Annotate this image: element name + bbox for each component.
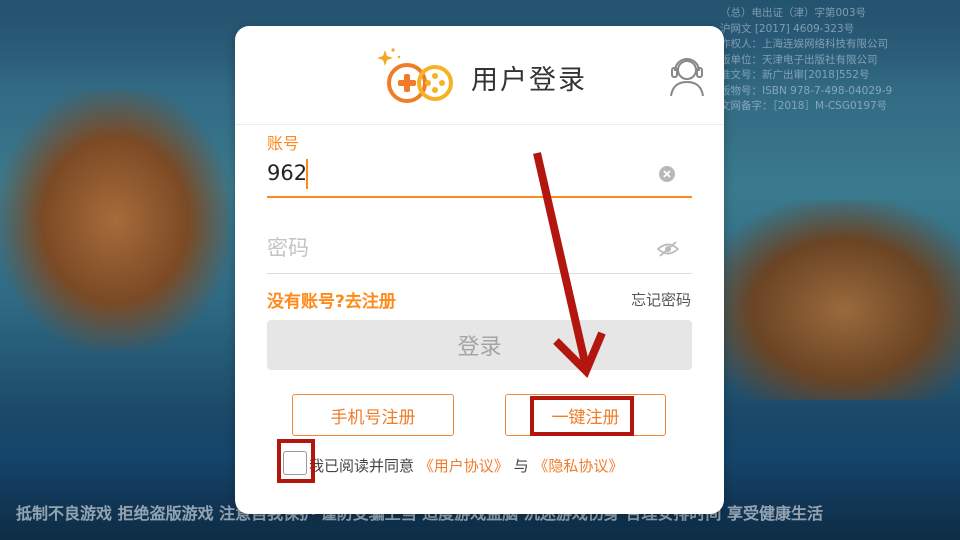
license-line: 版物号：ISBN 978-7-498-04029-9	[720, 84, 893, 97]
eye-hidden-icon[interactable]	[657, 240, 679, 258]
privacy-policy-link[interactable]: 《隐私协议》	[533, 457, 623, 475]
annotation-highlight-checkbox	[277, 439, 315, 483]
register-link[interactable]: 没有账号?去注册	[267, 287, 396, 312]
background-ship-right	[700, 200, 960, 400]
dialog-header: 用户登录	[235, 26, 724, 125]
annotation-arrow-icon	[533, 152, 606, 379]
license-info: （总）电出证（津）字第003号 沪网文 [2017] 4609-323号 作权人…	[720, 6, 960, 115]
user-agreement-link[interactable]: 《用户协议》	[419, 457, 509, 475]
text-cursor	[306, 159, 308, 189]
background-ship-left	[0, 90, 230, 350]
gamepad-logo-icon	[377, 48, 453, 103]
account-underline	[267, 196, 692, 198]
phone-register-button[interactable]: 手机号注册	[292, 394, 454, 436]
account-label: 账号	[267, 134, 300, 153]
license-line: 文网备字：［2018］M-CSG0197号	[720, 100, 888, 112]
forgot-password-link[interactable]: 忘记密码	[631, 289, 691, 310]
license-line: 准文号：新广出审[2018]552号	[720, 69, 870, 81]
agreement-text: 我已阅读并同意 《用户协议》 与 《隐私协议》	[309, 455, 623, 476]
customer-service-icon[interactable]	[667, 53, 707, 97]
agreement-prefix: 我已阅读并同意	[309, 457, 415, 475]
license-line: 版单位：天津电子出版社有限公司	[720, 53, 878, 66]
agreement-connector: 与	[513, 457, 529, 475]
license-line: 作权人：上海连娱网络科技有限公司	[720, 38, 888, 50]
clear-icon[interactable]	[658, 165, 676, 183]
password-underline	[267, 273, 692, 274]
login-button[interactable]: 登录	[267, 320, 692, 370]
annotation-highlight-onekey	[530, 396, 634, 436]
dialog-title: 用户登录	[471, 65, 587, 96]
license-line: （总）电出证（津）字第003号	[720, 7, 867, 19]
license-line: 沪网文 [2017] 4609-323号	[720, 22, 855, 35]
